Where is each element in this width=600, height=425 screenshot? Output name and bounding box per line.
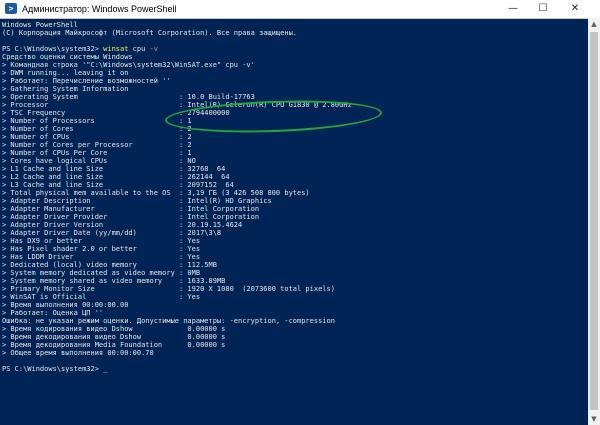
console-line: > Cores have logical CPUs : NO (2, 157, 196, 165)
console-line: > Operating System : 10.0 Build-17763 (2, 93, 255, 101)
command-args-text: cpu (128, 45, 150, 53)
console-line: > Время декодирования Media Foundation 0… (2, 341, 226, 349)
prompt-text: PS C:\Windows\system32> (2, 365, 104, 373)
console-line: > Работает: Перечисление возможностей '' (2, 77, 171, 85)
maximize-button[interactable]: ☐ (528, 0, 558, 18)
close-button[interactable]: ✕ (560, 0, 590, 18)
console-line: > Number of Cores : 2 (2, 125, 192, 133)
console-line: > WinSAT is Official : Yes (2, 293, 201, 301)
console-line: > System memory dedicated as video memor… (2, 269, 201, 277)
text-cursor: _ (103, 365, 108, 373)
console-line: > Has LDDM Driver : Yes (2, 253, 201, 261)
console-line: > Number of CPUs : 2 (2, 133, 192, 141)
window-title: Администратор: Windows PowerShell (22, 4, 177, 14)
prompt-text: PS C:\Windows\system32> (2, 45, 104, 53)
powershell-icon: > (5, 3, 17, 14)
console-line: > Время кодирования видео Dshow 0.00000 … (2, 325, 226, 333)
console-line: > Общее время выполнения 00:00:00.70 (2, 349, 154, 357)
title-bar[interactable]: > Администратор: Windows PowerShell — ☐ … (0, 0, 600, 19)
powershell-window: > Администратор: Windows PowerShell — ☐ … (0, 0, 600, 425)
console-line: > Adapter Driver Date (yy/mm/dd) : 2017\… (2, 229, 222, 237)
scroll-up-icon[interactable]: ▲ (588, 18, 600, 30)
console-line: Windows PowerShell (2, 21, 78, 29)
scroll-down-icon[interactable]: ▼ (588, 413, 600, 425)
console-line: > Adapter Driver Provider : Intel Corpor… (2, 213, 260, 221)
console-line: Средство оценки системы Windows (2, 53, 133, 61)
console-line: Ошибка: не указан режим оценки. Допустим… (2, 317, 335, 325)
console-line: > Has Pixel shader 2.0 or better : Yes (2, 245, 201, 253)
console-line: > Adapter Description : Intel(R) HD Grap… (2, 197, 272, 205)
console-line: > Работает: Оценка ЦП '' (2, 309, 104, 317)
console-line: > Gathering System Information (2, 85, 129, 93)
console-line: > Командная строка '"C:\Windows\system32… (2, 61, 255, 69)
console-line: > Время выполнения 00:00:00.00 (2, 301, 129, 309)
command-text: winsat (103, 45, 129, 53)
scrollbar-thumb[interactable] (590, 32, 598, 410)
console-line: > Adapter Driver Version : 20.19.15.4624 (2, 221, 243, 229)
console-line: > System memory shared as video memory :… (2, 277, 226, 285)
console-line: > TSC Frequency : 2794400000 (2, 109, 230, 117)
console-line: > Total physical mem available to the OS… (2, 189, 310, 197)
vertical-scrollbar[interactable]: ▲ ▼ (588, 18, 600, 425)
command-line: PS C:\Windows\system32> winsat cpu -v (2, 45, 586, 53)
console-line: > L2 Cache and line Size : 262144 64 (2, 173, 230, 181)
console-line: > Время декодирования видео Dshow 0.0000… (2, 333, 226, 341)
console-line: > Has DX9 or better : Yes (2, 237, 201, 245)
final-prompt-line[interactable]: PS C:\Windows\system32> _ (2, 365, 586, 373)
console-line: > Number of Processors : 1 (2, 117, 192, 125)
console-line: > L3 Cache and line Size : 2097152 64 (2, 181, 234, 189)
console-output[interactable]: Windows PowerShell (C) Корпорация Майкрос… (2, 21, 586, 423)
minimize-button[interactable]: — (498, 0, 528, 18)
console-line: > Number of Cores per Processor : 2 (2, 141, 192, 149)
command-param-text: -v (149, 45, 158, 53)
console-line: > Primary Monitor Size : 1920 X 1080 (20… (2, 285, 335, 293)
console-line: > Number of CPUs Per Core : 1 (2, 149, 192, 157)
console-line: > Processor : Intel(R) Celeron(R) CPU G1… (2, 101, 352, 109)
console-line: > Dedicated (local) video memory : 112.5… (2, 261, 217, 269)
console-line: > L1 Cache and line Size : 32768 64 (2, 165, 226, 173)
console-line: > Adapter Manufacturer : Intel Corporati… (2, 205, 260, 213)
console-line: (C) Корпорация Майкрософт (Microsoft Cor… (2, 29, 298, 37)
console-line: > DWM running... leaving it on (2, 69, 129, 77)
